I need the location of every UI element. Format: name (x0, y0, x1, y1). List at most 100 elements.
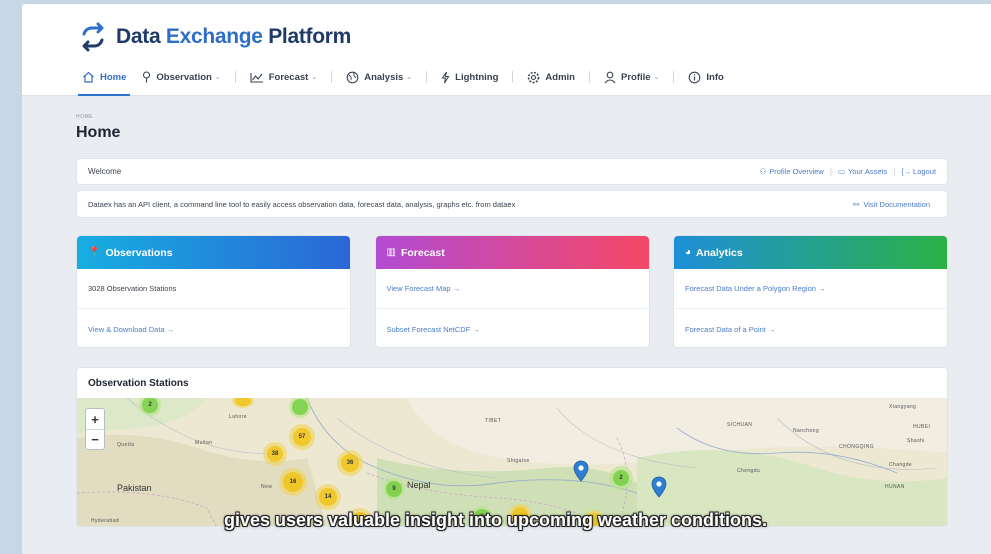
map-label: HUBEI (913, 424, 931, 430)
map-label: Pakistan (117, 483, 152, 493)
exchange-logo-icon (82, 22, 104, 52)
cluster-count: 9 (386, 481, 402, 497)
nav-home-label: Home (100, 71, 127, 83)
map-label: Chengdu (737, 468, 761, 474)
nav-observation[interactable]: Observation ⌄ (134, 66, 228, 88)
cluster-count: 14 (318, 487, 338, 507)
welcome-text: Welcome (88, 167, 122, 176)
nav-forecast-label: Forecast (268, 71, 309, 83)
cluster-count: 16 (283, 472, 303, 492)
nav-profile-label: Profile (620, 71, 651, 83)
map-label: Quetta (117, 442, 135, 448)
nav-home[interactable]: Home (74, 66, 134, 96)
map-zoom-control: + − (85, 408, 105, 450)
station-cluster[interactable]: 14 (315, 484, 341, 510)
nav-divider (426, 71, 428, 83)
home-icon (83, 71, 94, 83)
profile-overview-link[interactable]: ⚇ Profile Overview (760, 167, 824, 176)
calendar-icon: ▭ (837, 167, 846, 176)
nav-divider (512, 71, 514, 83)
info-text: Dataex has an API client, a command line… (88, 199, 516, 209)
station-cluster[interactable]: 2 (609, 466, 633, 490)
main-content: HOME Home Welcome ⚇ Profile Overview | ▭ Y… (76, 96, 948, 527)
map-marker-pin[interactable] (573, 460, 589, 482)
user-icon: ⚇ (759, 167, 767, 176)
tile-forecast-title: Forecast (400, 246, 445, 259)
map-label: New (261, 484, 273, 490)
page-title: Home (76, 124, 121, 141)
nav-analysis-label: Analysis (364, 71, 404, 83)
breadcrumb[interactable]: HOME (76, 114, 948, 120)
chevron-down-icon: ⌄ (653, 74, 660, 81)
station-cluster[interactable]: 36 (337, 450, 363, 476)
stations-map[interactable]: + − Pakistan Nepal TIBET SICHUAN HUBEI C… (77, 398, 947, 526)
station-cluster[interactable]: 16 (279, 468, 307, 496)
nav-divider (588, 71, 590, 83)
map-label: Changde (889, 462, 913, 468)
station-cluster[interactable]: 38 (263, 442, 287, 466)
globe-icon (346, 71, 359, 83)
visit-documentation-link[interactable]: ⚯ Visit Documentation (853, 200, 930, 209)
map-label: HUNAN (885, 484, 905, 490)
map-label: CHONGQING (839, 444, 874, 450)
nav-lightning[interactable]: Lightning (433, 66, 506, 88)
tile-forecast-header: ▥ Forecast (375, 236, 649, 269)
subset-forecast-netcdf-link[interactable]: Subset Forecast NetCDF → (376, 309, 649, 347)
station-cluster[interactable]: 57 (289, 424, 315, 450)
info-icon (689, 71, 701, 83)
logout-link[interactable]: [→ Logout (901, 167, 936, 176)
map-label: Lahore (229, 414, 247, 420)
map-label: Nanchong (793, 428, 819, 434)
nav-forecast[interactable]: Forecast ⌄ (242, 66, 325, 88)
observation-stations-panel: Observation Stations + − Pakistan Nepal … (76, 367, 948, 527)
logout-label: Logout (913, 167, 936, 176)
view-download-data-link[interactable]: View & Download Data → (77, 309, 350, 347)
logout-icon: [→ (901, 167, 912, 176)
nav-divider (331, 71, 333, 83)
nav-info[interactable]: Info (680, 66, 731, 88)
cluster-count: 2 (142, 398, 158, 413)
chart-icon (250, 72, 263, 83)
brand-title-part2: Exchange (165, 25, 263, 48)
profile-overview-label: Profile Overview (769, 167, 824, 176)
map-label: Shigatse (507, 458, 530, 464)
zoom-in-button[interactable]: + (86, 409, 104, 429)
tile-analytics-title: Analytics (696, 246, 743, 259)
map-label: SICHUAN (727, 422, 753, 428)
nav-admin[interactable]: Admin (519, 66, 583, 88)
user-icon (604, 71, 616, 83)
brand-title: Data Exchange Platform (116, 25, 351, 49)
map-label: Shashi (907, 438, 925, 444)
view-forecast-map-link[interactable]: View Forecast Map → (375, 269, 649, 309)
cluster-count: 38 (266, 445, 284, 463)
chevron-down-icon: ⌄ (406, 74, 413, 81)
nav-analysis[interactable]: Analysis ⌄ (338, 66, 420, 88)
chevron-down-icon: ⌄ (214, 74, 221, 81)
nav-info-label: Info (706, 71, 724, 83)
nav-profile[interactable]: Profile ⌄ (596, 66, 667, 88)
video-caption: gives users valuable insight into upcomi… (223, 510, 768, 530)
cluster-count: 2 (612, 469, 630, 487)
map-marker-pin[interactable] (651, 476, 667, 498)
divider: | (893, 167, 896, 176)
forecast-polygon-link[interactable]: Forecast Data Under a Polygon Region → (674, 269, 947, 309)
tile-analytics-header: ◕ Analytics (674, 236, 947, 269)
station-cluster[interactable]: 9 (383, 478, 405, 500)
your-assets-link[interactable]: ▭ Your Assets (838, 167, 887, 176)
observation-stations-title: Observation Stations (88, 377, 189, 389)
map-label: Xiangyang (889, 404, 917, 410)
zoom-out-button[interactable]: − (86, 429, 104, 449)
main-nav: Home Observation ⌄ Forecast ⌄ Analysis ⌄ Li… (74, 66, 732, 96)
forecast-point-link[interactable]: Forecast Data of a Point → (674, 309, 947, 347)
brand-title-part3: Platform (262, 25, 351, 48)
lightning-icon (441, 71, 450, 83)
map-label: Multan (195, 440, 213, 446)
nav-admin-label: Admin (545, 71, 575, 83)
chevron-down-icon: ⌄ (311, 74, 318, 81)
brand[interactable]: Data Exchange Platform (78, 22, 351, 52)
tile-observations: 📍 Observations 3028 Observation Stations … (76, 235, 351, 348)
nav-observation-label: Observation (156, 71, 212, 83)
welcome-bar: Welcome ⚇ Profile Overview | ▭ Your Assets… (76, 158, 948, 185)
chart-icon: ▥ (386, 247, 396, 258)
cluster-count: 57 (292, 427, 312, 447)
